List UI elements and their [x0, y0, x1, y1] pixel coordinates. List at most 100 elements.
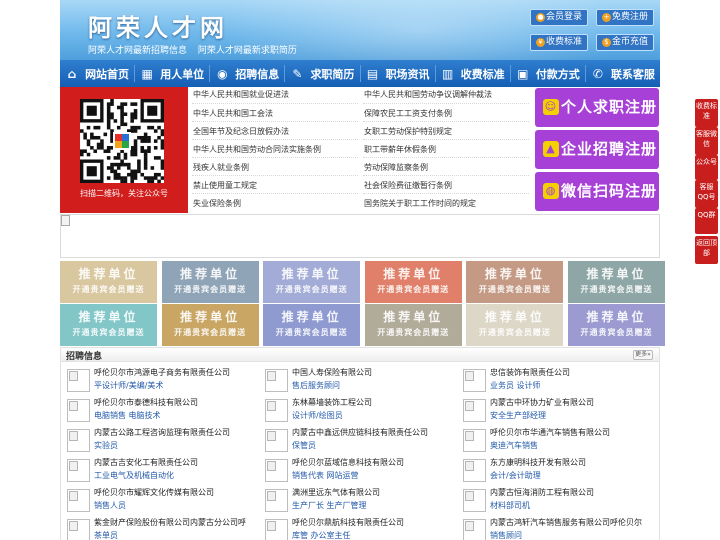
job-position-link[interactable]: 电脑销售 电脑技术	[94, 410, 161, 422]
law-link[interactable]: 中华人民共和国就业促进法	[193, 89, 289, 101]
job-position-link[interactable]: 销售人员	[94, 500, 126, 512]
company-name-link[interactable]: 呼伦贝尔市耀辉文化传媒有限公司	[94, 487, 214, 499]
recommended-employer-slot[interactable]: 推荐单位 开通贵宾会员赠送	[364, 261, 462, 303]
recommended-employer-slot[interactable]: 推荐单位 开通贵宾会员赠送	[364, 304, 462, 346]
nav-item-fees[interactable]: ▥ 收费标准	[436, 60, 510, 87]
company-name-link[interactable]: 内蒙古恒海消防工程有限公司	[490, 487, 594, 499]
company-name-link[interactable]: 东方康明科技开发有限公司	[490, 457, 586, 469]
job-position-link[interactable]: 销售顾问	[490, 530, 522, 540]
company-name-link[interactable]: 内蒙古中鑫远供应链科技有限责任公司	[292, 427, 428, 439]
recommended-employer-slot[interactable]: 推荐单位 开通贵宾会员赠送	[568, 261, 665, 303]
company-name-link[interactable]: 满洲里远东气体有限公司	[292, 487, 380, 499]
company-logo[interactable]	[67, 489, 90, 512]
law-link[interactable]: 失业保险条例	[193, 198, 241, 210]
law-link[interactable]: 中华人民共和国劳动争议调解仲裁法	[364, 89, 492, 101]
company-name-link[interactable]: 忠信装饰有限责任公司	[490, 367, 570, 379]
company-logo[interactable]	[265, 459, 288, 482]
member-login-button[interactable]: ● 会员登录	[530, 9, 588, 26]
nav-item-home[interactable]: ⌂ 网站首页	[60, 60, 134, 87]
company-logo[interactable]	[265, 369, 288, 392]
recommended-employer-slot[interactable]: 推荐单位 开通贵宾会员赠送	[161, 261, 259, 303]
company-logo[interactable]	[265, 519, 288, 540]
job-position-link[interactable]: 售后服务顾问	[292, 380, 340, 392]
company-register-button[interactable]: ▲ 企业招聘注册	[535, 130, 659, 169]
company-logo[interactable]	[463, 459, 486, 482]
nav-item-jobs[interactable]: ◉ 招聘信息	[210, 60, 284, 87]
nav-item-news[interactable]: ▤ 职场资讯	[361, 60, 435, 87]
job-position-link[interactable]: 工业电气及机械自动化	[94, 470, 174, 482]
company-name-link[interactable]: 呼伦贝尔鼎航科技有限责任公司	[292, 517, 404, 529]
law-link[interactable]: 禁止使用童工规定	[193, 180, 257, 192]
job-position-link[interactable]: 会计/会计助理	[490, 470, 541, 482]
company-name-link[interactable]: 呼伦贝尔蓝域信息科技有限公司	[292, 457, 404, 469]
company-name-link[interactable]: 紫金财产保险股份有限公司内蒙古分公司呼	[94, 517, 246, 529]
law-link[interactable]: 女职工劳动保护特别规定	[364, 126, 452, 138]
more-jobs-button[interactable]: 更多»	[633, 350, 653, 360]
job-position-link[interactable]: 平设计师/美编/美术	[94, 380, 163, 392]
company-name-link[interactable]: 呼伦贝尔市泰德科技有限公司	[94, 397, 198, 409]
nav-item-contact[interactable]: ✆ 联系客服	[586, 60, 660, 87]
coin-recharge-button[interactable]: $ 金币充值	[596, 34, 654, 51]
law-link[interactable]: 劳动保障监察条例	[364, 162, 428, 174]
job-position-link[interactable]: 设计师/绘图员	[292, 410, 343, 422]
job-position-link[interactable]: 材料部司机	[490, 500, 530, 512]
recommended-employer-slot[interactable]: 推荐单位 开通贵宾会员赠送	[60, 304, 157, 346]
company-name-link[interactable]: 内蒙古吉安化工有限责任公司	[94, 457, 198, 469]
law-link[interactable]: 社会保险费征缴暂行条例	[364, 180, 452, 192]
job-position-link[interactable]: 实验员	[94, 440, 118, 452]
nav-item-resumes[interactable]: ✎ 求职简历	[285, 60, 359, 87]
side-service-qq-button[interactable]: 客服QQ号	[695, 180, 718, 208]
law-link[interactable]: 残疾人就业条例	[193, 162, 249, 174]
side-wechat-service-button[interactable]: 客服微信	[695, 127, 718, 155]
recommended-employer-slot[interactable]: 推荐单位 开通贵宾会员赠送	[263, 304, 361, 346]
law-link[interactable]: 中华人民共和国劳动合同法实施条例	[193, 144, 321, 156]
company-name-link[interactable]: 内蒙古公路工程咨询监理有限责任公司	[94, 427, 230, 439]
free-register-button[interactable]: + 免费注册	[596, 9, 654, 26]
latest-jobs-link[interactable]: 阿荣人才网最新招聘信息	[88, 46, 187, 56]
company-logo[interactable]	[67, 369, 90, 392]
company-name-link[interactable]: 内蒙古中环协力矿业有限公司	[490, 397, 594, 409]
company-logo[interactable]	[265, 489, 288, 512]
side-qq-group-button[interactable]: QQ群	[695, 208, 718, 234]
side-fee-button[interactable]: 收费标准	[695, 99, 718, 127]
company-logo[interactable]	[67, 459, 90, 482]
recommended-employer-slot[interactable]: 推荐单位 开通贵宾会员赠送	[263, 261, 361, 303]
company-name-link[interactable]: 内蒙古鸿轩汽车销售服务有限公司呼伦贝尔	[490, 517, 642, 529]
company-logo[interactable]	[265, 399, 288, 422]
law-link[interactable]: 职工带薪年休假条例	[364, 144, 436, 156]
job-position-link[interactable]: 销售代表 网站运营	[292, 470, 359, 482]
law-link[interactable]: 中华人民共和国工会法	[193, 108, 273, 120]
side-back-top-button[interactable]: 返回顶部	[695, 236, 718, 264]
company-logo[interactable]	[67, 429, 90, 452]
site-logo-title[interactable]: 阿荣人才网	[88, 8, 228, 43]
recommended-employer-slot[interactable]: 推荐单位 开通贵宾会员赠送	[466, 304, 564, 346]
company-logo[interactable]	[463, 489, 486, 512]
ad-banner[interactable]	[60, 214, 660, 258]
fee-standard-button[interactable]: ¥ 收费标准	[530, 34, 588, 51]
company-logo[interactable]	[463, 519, 486, 540]
wechat-register-button[interactable]: ◍ 微信扫码注册	[535, 172, 659, 211]
job-position-link[interactable]: 茶单员	[94, 530, 118, 540]
side-official-account-button[interactable]: 公众号	[695, 155, 718, 180]
job-position-link[interactable]: 保管员	[292, 440, 316, 452]
law-link[interactable]: 全国年节及纪念日放假办法	[193, 126, 289, 138]
job-position-link[interactable]: 奥迪汽车销售	[490, 440, 538, 452]
company-name-link[interactable]: 呼伦贝尔市鸿源电子商务有限责任公司	[94, 367, 230, 379]
company-logo[interactable]	[463, 429, 486, 452]
company-logo[interactable]	[463, 399, 486, 422]
company-name-link[interactable]: 中国人寿保险有限公司	[292, 367, 372, 379]
company-logo[interactable]	[463, 369, 486, 392]
recommended-employer-slot[interactable]: 推荐单位 开通贵宾会员赠送	[161, 304, 259, 346]
job-position-link[interactable]: 安全生产部经理	[490, 410, 546, 422]
personal-register-button[interactable]: ☺ 个人求职注册	[535, 88, 659, 127]
job-position-link[interactable]: 库管 办公室主任	[292, 530, 351, 540]
latest-resumes-link[interactable]: 阿荣人才网最新求职简历	[198, 46, 297, 56]
company-logo[interactable]	[67, 519, 90, 540]
company-name-link[interactable]: 呼伦贝尔市华通汽车销售有限公司	[490, 427, 610, 439]
recommended-employer-slot[interactable]: 推荐单位 开通贵宾会员赠送	[568, 304, 665, 346]
law-link[interactable]: 保障农民工工资支付条例	[364, 108, 452, 120]
recommended-employer-slot[interactable]: 推荐单位 开通贵宾会员赠送	[466, 261, 564, 303]
nav-item-employers[interactable]: ▦ 用人单位	[135, 60, 209, 87]
job-position-link[interactable]: 生产厂长 生产厂管理	[292, 500, 367, 512]
company-logo[interactable]	[265, 429, 288, 452]
